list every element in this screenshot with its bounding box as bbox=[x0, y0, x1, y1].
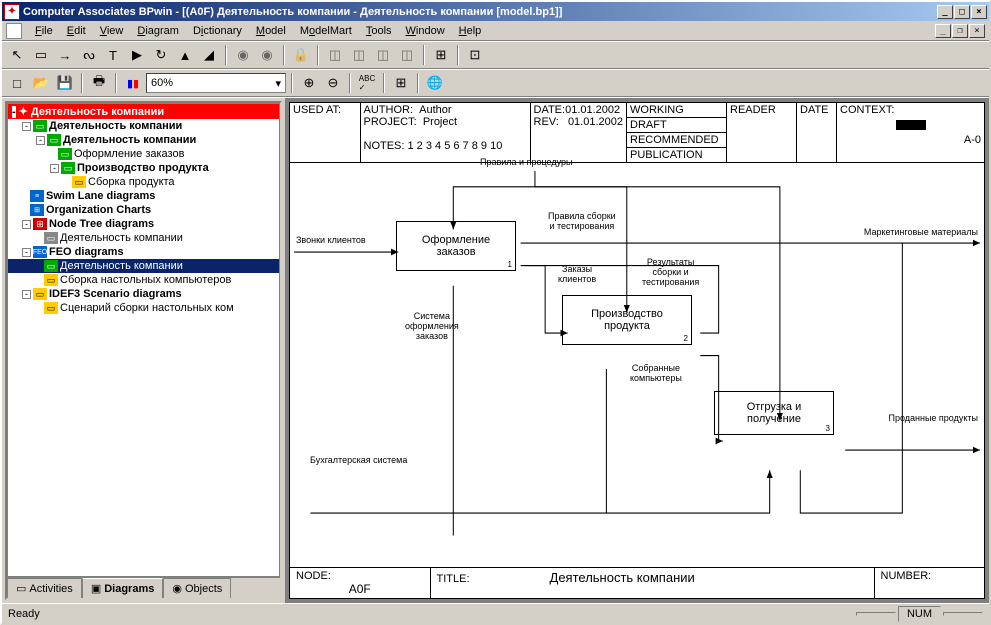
mm-btn-5[interactable]: ◫ bbox=[372, 44, 394, 66]
arrow-label: Маркетинговые материалы bbox=[864, 227, 978, 237]
save-button[interactable]: 💾 bbox=[54, 72, 76, 94]
mm-btn-8[interactable]: ⊡ bbox=[464, 44, 486, 66]
tab-diagrams[interactable]: ▣ Diagrams bbox=[82, 578, 164, 598]
minimize-button[interactable]: _ bbox=[937, 5, 953, 19]
arrow-label: Правила сборки и тестирования bbox=[548, 211, 616, 231]
text-tool[interactable]: T bbox=[102, 44, 124, 66]
tree-node[interactable]: -FEOFEO diagrams bbox=[8, 245, 279, 259]
arrow-label: Звонки клиентов bbox=[296, 235, 366, 245]
menu-diagram[interactable]: Diagram bbox=[130, 23, 186, 39]
tree-node[interactable]: ≡Swim Lane diagrams bbox=[8, 189, 279, 203]
tree-node[interactable]: ▭Оформление заказов bbox=[8, 147, 279, 161]
mdi-icon[interactable] bbox=[6, 23, 22, 39]
mm-btn-3[interactable]: ◫ bbox=[324, 44, 346, 66]
activity-box-3[interactable]: Отгрузка и получение3 bbox=[714, 391, 834, 435]
zoom-value: 60% bbox=[151, 77, 173, 89]
inverse-tool[interactable]: ◢ bbox=[198, 44, 220, 66]
num-lock-indicator: NUM bbox=[898, 606, 941, 622]
arrow-label: Система оформления заказов bbox=[405, 311, 459, 341]
zoom-out-button[interactable]: ⊖ bbox=[322, 72, 344, 94]
explorer-tabs: ▭ Activities ▣ Diagrams ◉ Objects bbox=[7, 577, 280, 598]
app-icon: ✦ bbox=[4, 4, 20, 20]
diagram-body: Правила и процедуры Звонки клиентов Марк… bbox=[290, 153, 984, 558]
menubar: File Edit View Diagram Dictionary Model … bbox=[2, 21, 989, 41]
globe-button[interactable]: 🌐 bbox=[424, 72, 446, 94]
tree-node[interactable]: -▭Деятельность компании bbox=[8, 119, 279, 133]
arrow-label: Правила и процедуры bbox=[480, 157, 572, 167]
toolbar-1: ↖ ▭ → ᔓ T ▶ ↻ ▲ ◢ ◉ ◉ 🔒 ◫ ◫ ◫ ◫ ⊞ ⊡ bbox=[2, 41, 989, 69]
tab-objects[interactable]: ◉ Objects bbox=[163, 578, 231, 598]
diagram-canvas[interactable]: USED AT: AUTHOR: Author PROJECT: Project… bbox=[289, 102, 985, 599]
mm-btn-6[interactable]: ◫ bbox=[396, 44, 418, 66]
explorer-button[interactable]: ⊞ bbox=[390, 72, 412, 94]
statusbar: Ready NUM bbox=[2, 603, 989, 623]
tree-node[interactable]: ▭Сборка настольных компьютеров bbox=[8, 273, 279, 287]
dropdown-icon: ▾ bbox=[275, 77, 281, 90]
tree-node[interactable]: ▭Деятельность компании bbox=[8, 231, 279, 245]
tree-node[interactable]: ▭Сборка продукта bbox=[8, 175, 279, 189]
activity-tool[interactable]: ▭ bbox=[30, 44, 52, 66]
menu-tools[interactable]: Tools bbox=[359, 23, 399, 39]
mdi-minimize-button[interactable]: _ bbox=[935, 24, 951, 38]
tree-node[interactable]: -▭Производство продукта bbox=[8, 161, 279, 175]
arrow-label: Собранные компьютеры bbox=[630, 363, 682, 383]
menu-dictionary[interactable]: Dictionary bbox=[186, 23, 249, 39]
zoom-in-button[interactable]: ⊕ bbox=[298, 72, 320, 94]
tab-activities[interactable]: ▭ Activities bbox=[7, 578, 82, 598]
activity-box-2[interactable]: Производство продукта2 bbox=[562, 295, 692, 345]
pointer-tool[interactable]: ↖ bbox=[6, 44, 28, 66]
mdi-close-button[interactable]: × bbox=[969, 24, 985, 38]
tree-node-selected[interactable]: ▭Деятельность компании bbox=[8, 259, 279, 273]
mdi-restore-button[interactable]: ❐ bbox=[952, 24, 968, 38]
window-title: Computer Associates BPwin - [(A0F) Деяте… bbox=[23, 6, 937, 18]
new-button[interactable]: □ bbox=[6, 72, 28, 94]
print-button[interactable]: 🖶 bbox=[88, 72, 110, 94]
menu-edit[interactable]: Edit bbox=[60, 23, 93, 39]
nav-tool[interactable]: ▶ bbox=[126, 44, 148, 66]
lock-button[interactable]: 🔒 bbox=[290, 44, 312, 66]
arrow-label: Проданные продукты bbox=[888, 413, 978, 423]
tree-node[interactable]: -⊞Node Tree diagrams bbox=[8, 217, 279, 231]
menu-view[interactable]: View bbox=[93, 23, 131, 39]
menu-window[interactable]: Window bbox=[399, 23, 452, 39]
mm-btn-1[interactable]: ◉ bbox=[232, 44, 254, 66]
menu-file[interactable]: File bbox=[28, 23, 60, 39]
tree-node[interactable]: ⊞Organization Charts bbox=[8, 203, 279, 217]
mm-btn-4[interactable]: ◫ bbox=[348, 44, 370, 66]
close-button[interactable]: × bbox=[971, 5, 987, 19]
toolbar-2: □ 📂 💾 🖶 ▮▮ 60% ▾ ⊕ ⊖ ABC✓ ⊞ 🌐 bbox=[2, 69, 989, 97]
menu-help[interactable]: Help bbox=[452, 23, 489, 39]
tree-node[interactable]: -▭Деятельность компании bbox=[8, 133, 279, 147]
redo-tool[interactable]: ↻ bbox=[150, 44, 172, 66]
tree[interactable]: - ✦ Деятельность компании -▭Деятельность… bbox=[7, 103, 280, 577]
arrow-label: Результаты сборки и тестирования bbox=[642, 257, 699, 287]
zoom-combo[interactable]: 60% ▾ bbox=[146, 73, 286, 93]
arrow-tool[interactable]: → bbox=[54, 44, 76, 66]
open-button[interactable]: 📂 bbox=[30, 72, 52, 94]
model-explorer: - ✦ Деятельность компании -▭Деятельность… bbox=[5, 101, 282, 600]
tree-node[interactable]: ▭Сценарий сборки настольных ком bbox=[8, 301, 279, 315]
up-tool[interactable]: ▲ bbox=[174, 44, 196, 66]
maximize-button[interactable]: □ bbox=[954, 5, 970, 19]
squiggle-tool[interactable]: ᔓ bbox=[78, 44, 100, 66]
mm-btn-7[interactable]: ⊞ bbox=[430, 44, 452, 66]
tree-node[interactable]: -▭IDEF3 Scenario diagrams bbox=[8, 287, 279, 301]
titlebar: ✦ Computer Associates BPwin - [(A0F) Дея… bbox=[2, 2, 989, 21]
arrow-label: Бухгалтерская система bbox=[310, 455, 407, 465]
footer-block: NODE:A0F TITLE:Деятельность компании NUM… bbox=[290, 567, 984, 598]
status-text: Ready bbox=[8, 608, 40, 620]
arrow-label: Заказы клиентов bbox=[558, 264, 596, 284]
activity-box-1[interactable]: Оформление заказов1 bbox=[396, 221, 516, 271]
tree-root[interactable]: - ✦ Деятельность компании bbox=[8, 104, 279, 119]
mm-btn-2[interactable]: ◉ bbox=[256, 44, 278, 66]
menu-modelmart[interactable]: ModelMart bbox=[293, 23, 359, 39]
spellcheck-button[interactable]: ABC✓ bbox=[356, 72, 378, 94]
canvas-area: USED AT: AUTHOR: Author PROJECT: Project… bbox=[285, 98, 989, 603]
menu-model[interactable]: Model bbox=[249, 23, 293, 39]
color-button[interactable]: ▮▮ bbox=[122, 72, 144, 94]
